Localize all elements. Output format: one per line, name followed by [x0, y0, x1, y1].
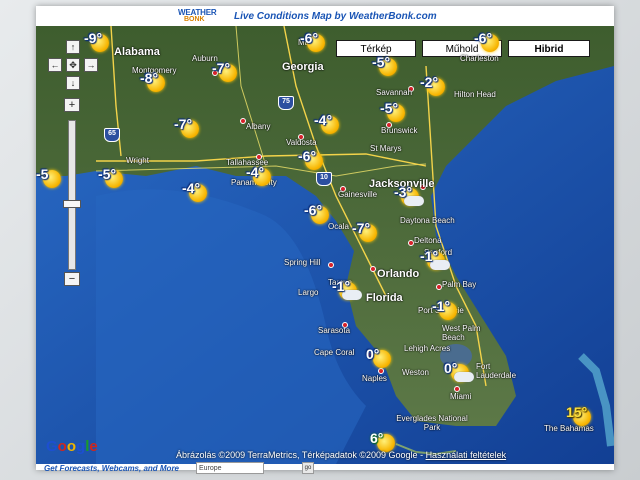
zoom-slider-knob[interactable]	[63, 199, 81, 208]
page-title: Live Conditions Map by WeatherBonk.com	[234, 11, 437, 22]
city-label[interactable]: Spring Hill	[284, 258, 320, 267]
city-dot	[370, 266, 376, 272]
pan-down-button[interactable]: ↓	[66, 76, 80, 90]
weather-marker[interactable]: -7°	[174, 116, 204, 142]
city-label[interactable]: Valdosta	[286, 138, 317, 147]
pan-right-button[interactable]: →	[84, 58, 98, 72]
city-label[interactable]: Florida	[366, 292, 403, 304]
weather-marker[interactable]: 0°	[366, 346, 396, 372]
logo-text-2: BONK	[184, 16, 205, 23]
city-label[interactable]: Everglades National Park	[396, 414, 468, 432]
map-canvas[interactable]: Térkép Műhold Hibrid ↑ ← ✥ → ↓ + − 75 65…	[36, 26, 614, 464]
pan-center-button[interactable]: ✥	[66, 58, 80, 72]
weather-marker[interactable]: -1°	[432, 298, 462, 324]
weather-marker[interactable]: -1°	[420, 248, 450, 274]
city-label[interactable]: Lehigh Acres	[404, 344, 450, 353]
weather-marker[interactable]: -6°	[474, 30, 504, 56]
map-terrain	[36, 26, 614, 464]
weather-marker[interactable]: -8°	[140, 70, 170, 96]
weather-marker[interactable]: -4°	[182, 180, 212, 206]
city-label[interactable]: Sarasota	[318, 326, 350, 335]
city-label[interactable]: Miami	[450, 392, 471, 401]
city-label[interactable]: Alabama	[114, 46, 160, 58]
city-label[interactable]: Wright	[126, 156, 149, 165]
city-label[interactable]: Cape Coral	[314, 348, 354, 357]
city-label[interactable]: Brunswick	[381, 126, 417, 135]
weather-marker[interactable]: -3°	[394, 184, 424, 210]
city-label[interactable]: Largo	[298, 288, 318, 297]
weather-marker[interactable]: -1°	[332, 278, 362, 304]
go-button[interactable]: go	[302, 462, 314, 474]
city-label[interactable]: Daytona Beach	[400, 216, 455, 225]
city-label[interactable]: Albany	[246, 122, 270, 131]
weather-marker[interactable]: -6°	[298, 148, 328, 174]
interstate-10-shield: 10	[316, 172, 332, 186]
weather-marker[interactable]: -5	[36, 166, 66, 192]
city-label[interactable]: West Palm Beach	[442, 324, 502, 342]
city-label[interactable]: St Marys	[370, 144, 402, 153]
region-select[interactable]: Europe	[196, 462, 264, 474]
weather-marker[interactable]: -5°	[380, 100, 410, 126]
title-bar: WEATHER BONK Live Conditions Map by Weat…	[36, 6, 614, 26]
weather-marker[interactable]: 15°	[566, 404, 596, 430]
weather-marker[interactable]: 0°	[444, 360, 474, 386]
zoom-in-button[interactable]: +	[64, 98, 80, 112]
weather-marker[interactable]: -6°	[304, 202, 334, 228]
interstate-65-shield: 65	[104, 128, 120, 142]
pan-left-button[interactable]: ←	[48, 58, 62, 72]
weather-marker[interactable]: -5°	[372, 54, 402, 80]
city-label[interactable]: Georgia	[282, 61, 324, 73]
forecasts-link[interactable]: Get Forecasts, Webcams, and More	[44, 464, 179, 473]
weather-marker[interactable]: -4°	[314, 112, 344, 138]
city-dot	[328, 262, 334, 268]
weather-marker[interactable]: -2°	[420, 74, 450, 100]
city-label[interactable]: Gainesville	[338, 190, 377, 199]
city-label[interactable]: Naples	[362, 374, 387, 383]
city-label[interactable]: Fort Lauderdale	[476, 362, 516, 380]
city-label[interactable]: Weston	[402, 368, 429, 377]
city-label[interactable]: Hilton Head	[454, 90, 496, 99]
weatherbonk-logo[interactable]: WEATHER BONK	[178, 8, 228, 24]
browser-screen: WEATHER BONK Live Conditions Map by Weat…	[36, 6, 614, 470]
zoom-out-button[interactable]: −	[64, 272, 80, 286]
google-logo[interactable]: Google	[46, 438, 98, 455]
map-type-hybrid-button[interactable]: Hibrid	[508, 40, 590, 57]
city-label[interactable]: Palm Bay	[442, 280, 476, 289]
weather-marker[interactable]: -6°	[300, 30, 330, 56]
map-attribution: Ábrázolás ©2009 TerraMetrics, Térképadat…	[176, 450, 507, 460]
city-label[interactable]: Savannah	[376, 88, 412, 97]
pan-up-button[interactable]: ↑	[66, 40, 80, 54]
weather-marker[interactable]: -4°	[246, 164, 276, 190]
city-label[interactable]: Deltona	[414, 236, 442, 245]
terms-of-use-link[interactable]: Használati feltételek	[426, 450, 507, 460]
weather-marker[interactable]: -5°	[98, 166, 128, 192]
zoom-slider[interactable]	[68, 120, 76, 270]
interstate-75-shield: 75	[278, 96, 294, 110]
weather-marker[interactable]: -9°	[84, 30, 114, 56]
city-label[interactable]: Orlando	[377, 268, 419, 280]
weather-marker[interactable]: -7°	[212, 60, 242, 86]
weather-marker[interactable]: -7°	[352, 220, 382, 246]
